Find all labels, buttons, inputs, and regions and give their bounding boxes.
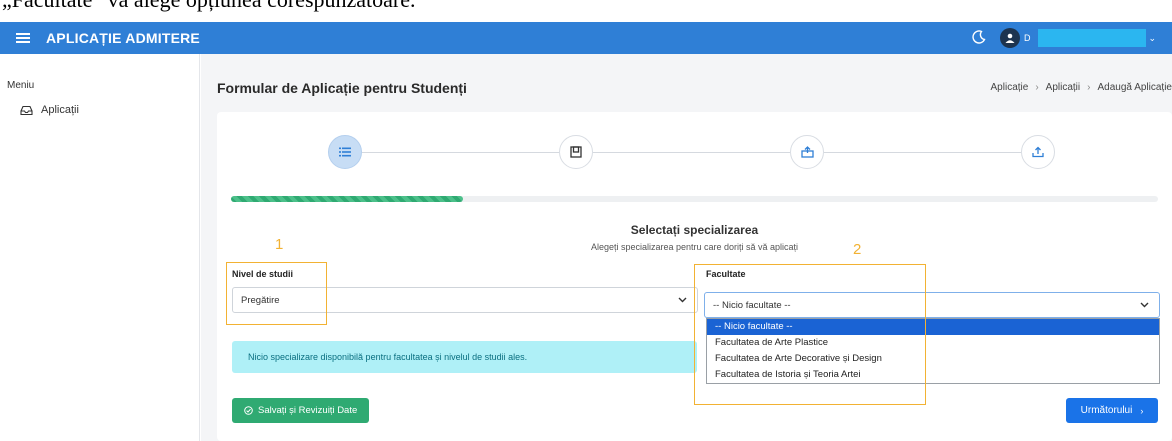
breadcrumb-item-current: Adaugă Aplicație [1097, 82, 1172, 93]
step-4-trimite[interactable] [1021, 135, 1055, 169]
step-2-date[interactable] [559, 135, 593, 169]
next-button[interactable]: Următorului › [1066, 398, 1158, 423]
chevron-down-icon [1140, 302, 1149, 308]
annotation-number-1: 1 [275, 236, 284, 253]
info-alert: Nicio specializare disponibilă pentru fa… [232, 341, 697, 373]
section-title: Selectați specializarea [630, 223, 759, 237]
top-navbar: APLICAȚIE ADMITERE D ⌄ [0, 22, 1172, 54]
next-label: Următorului [1080, 405, 1133, 416]
annotation-box-1 [226, 262, 327, 325]
chevron-down-icon: ⌄ [1148, 33, 1156, 43]
upload-icon [1032, 146, 1044, 158]
document-caption: „Facultate” va alege opțiunea corespunză… [0, 0, 1172, 12]
inbox-icon [20, 105, 33, 115]
step-1-specializare[interactable] [328, 135, 362, 169]
step-3-documente[interactable] [790, 135, 824, 169]
user-name: D [1024, 33, 1031, 43]
page-title: Formular de Aplicație pentru Studenți [217, 80, 467, 96]
breadcrumb-item-aplicatii[interactable]: Aplicații [1046, 82, 1080, 93]
chevron-down-icon [678, 297, 687, 303]
redacted-username-block [1038, 29, 1146, 47]
list-icon [339, 147, 351, 157]
sidebar: Meniu Aplicații [0, 54, 200, 441]
sidebar-menu-label: Meniu [7, 80, 35, 91]
upload-box-icon [800, 146, 814, 158]
stepper-connector [362, 152, 559, 153]
sidebar-item-label: Aplicații [41, 104, 79, 116]
dark-mode-moon-icon[interactable] [972, 30, 986, 44]
app-title: APLICAȚIE ADMITERE [46, 30, 200, 46]
sidebar-item-aplicatii[interactable]: Aplicații [20, 104, 79, 116]
main-content: Formular de Aplicație pentru Studenți Ap… [201, 54, 1172, 441]
form-icon [570, 146, 582, 158]
breadcrumb-separator-icon: › [1087, 82, 1091, 93]
breadcrumb: Aplicație › Aplicații › Adaugă Aplicație [991, 82, 1172, 93]
check-circle-icon [244, 406, 253, 415]
save-review-button[interactable]: Salvați și Revizuiți Date [232, 398, 370, 423]
wizard-progress-bar [231, 196, 1158, 202]
hamburger-menu-icon[interactable] [16, 33, 30, 43]
breadcrumb-separator-icon: › [1035, 82, 1039, 93]
breadcrumb-item-aplicatie[interactable]: Aplicație [991, 82, 1029, 93]
annotation-box-2 [694, 264, 926, 405]
annotation-number-2: 2 [853, 241, 862, 258]
user-avatar-icon [1000, 28, 1020, 48]
wizard-progress-fill [231, 196, 463, 202]
stepper-connector [824, 152, 1021, 153]
user-menu[interactable]: D ⌄ [1000, 26, 1160, 50]
chevron-right-icon: › [1140, 405, 1144, 416]
save-review-label: Salvați și Revizuiți Date [258, 405, 358, 416]
stepper-connector [593, 152, 790, 153]
section-subtitle: Alegeți specializarea pentru care doriți… [590, 242, 799, 252]
